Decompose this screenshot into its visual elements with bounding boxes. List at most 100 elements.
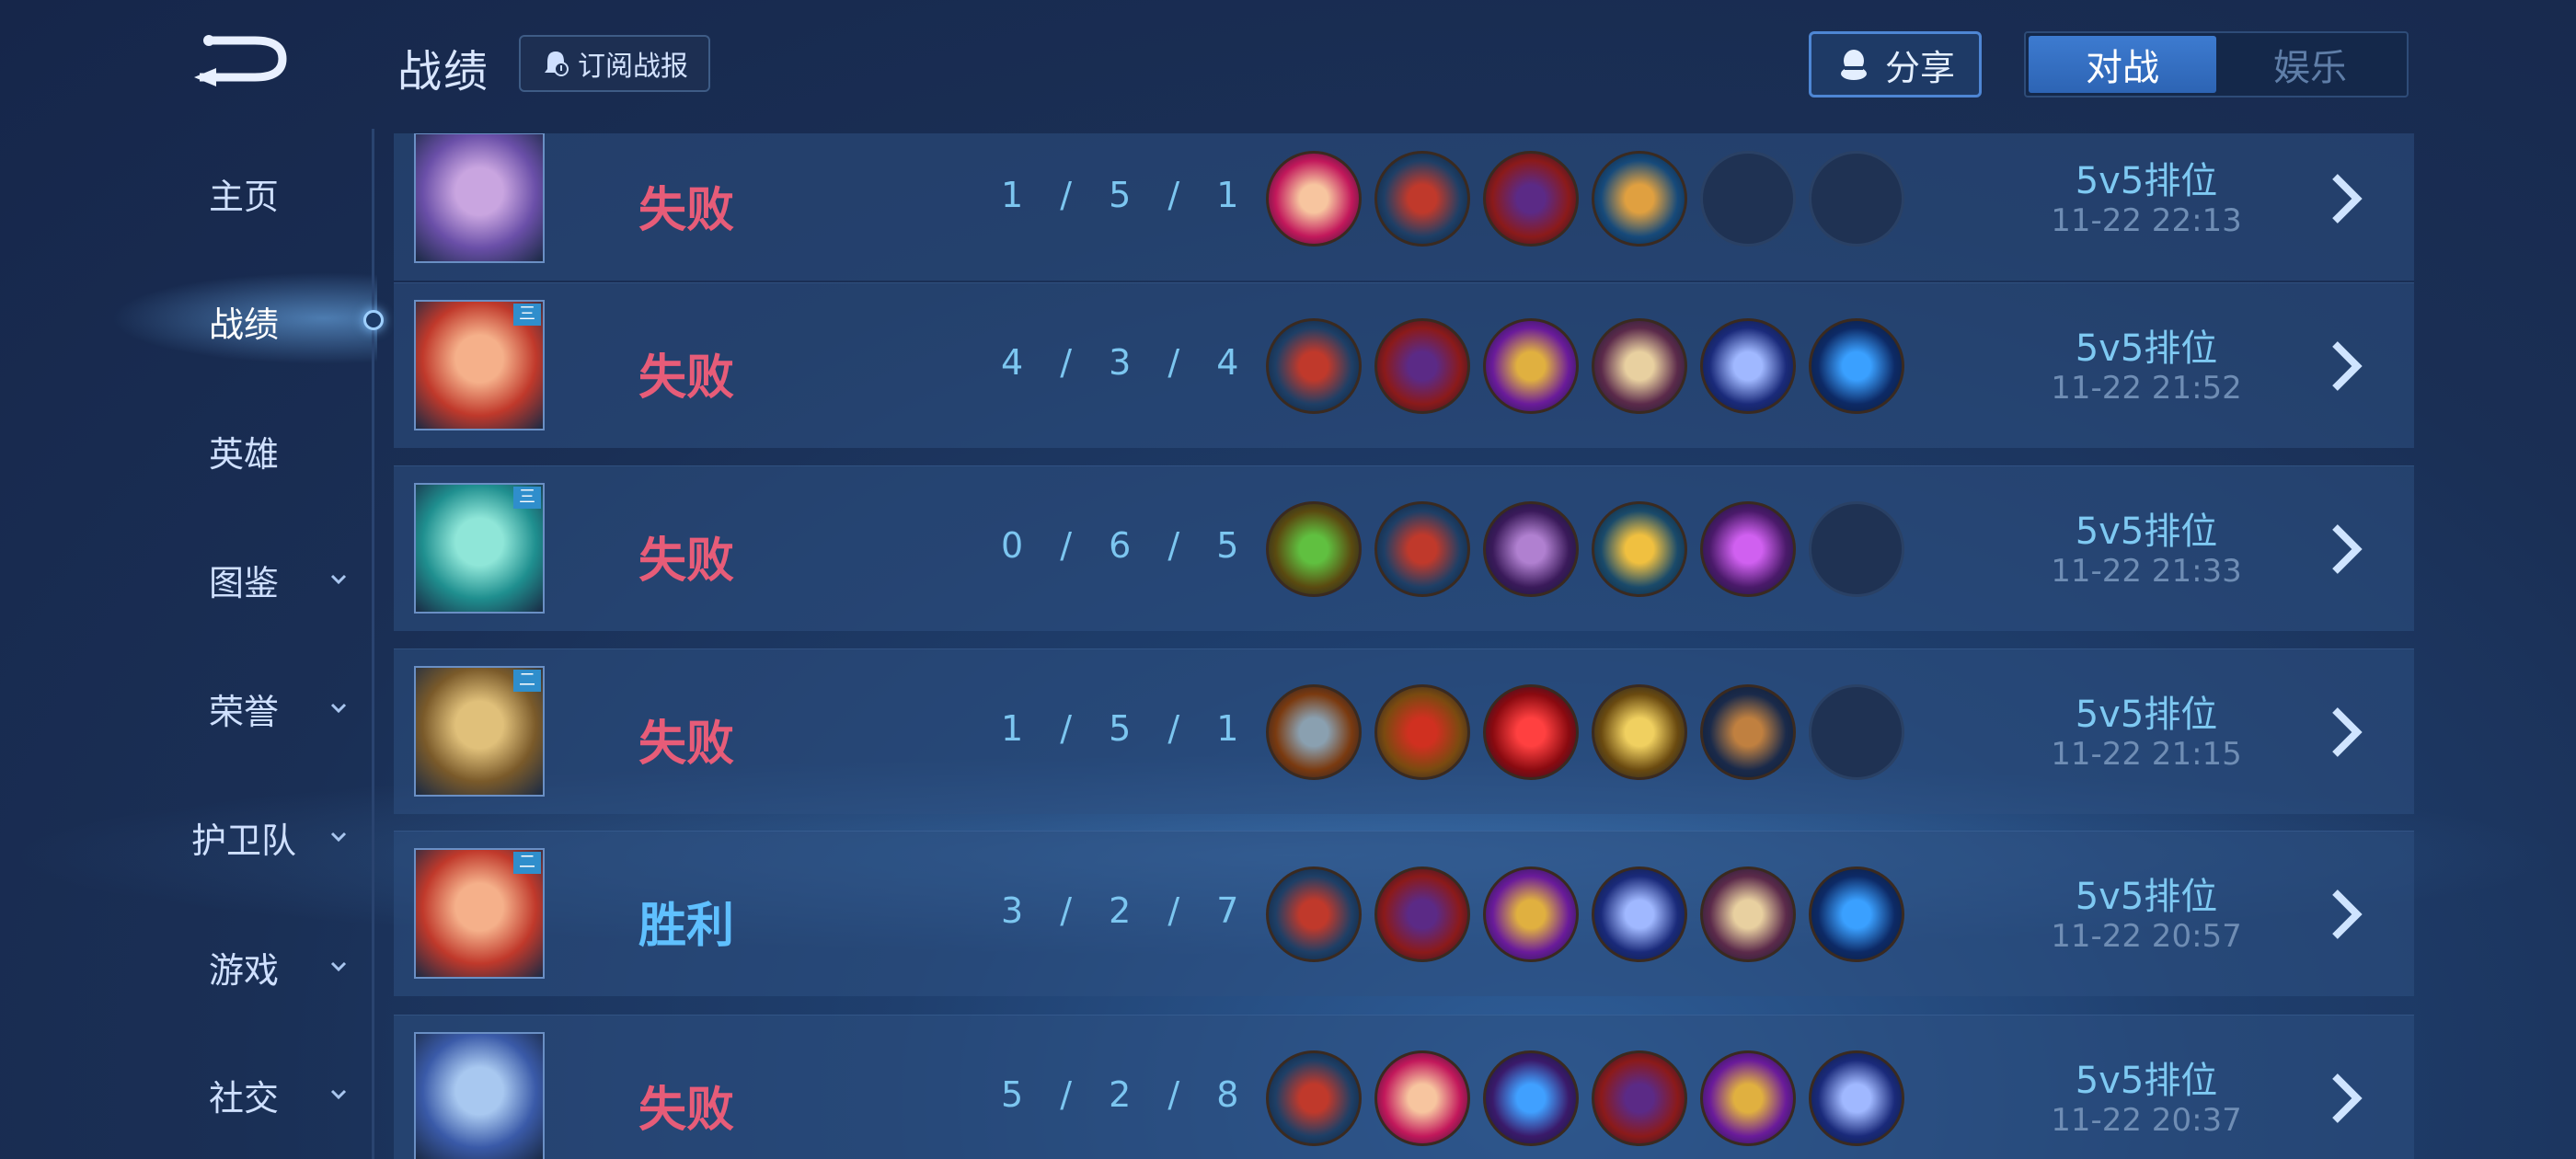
back-arrow-icon xyxy=(194,35,287,86)
blue-orb-icon xyxy=(1809,866,1904,962)
share-button[interactable]: 分享 xyxy=(1809,31,1982,98)
golden-mask-icon xyxy=(1483,866,1579,962)
chevron-down-icon xyxy=(330,703,347,714)
game-mode: 5v5排位 xyxy=(2075,160,2218,202)
match-row[interactable]: 失败 5 / 2 / 8 5v5排位 11-22 20:37 xyxy=(394,1015,2414,1159)
hero-portrait: 二 xyxy=(414,848,545,979)
red-blade-icon xyxy=(1374,684,1470,780)
boots-icon xyxy=(1266,1050,1362,1146)
chevron-right-icon[interactable] xyxy=(2318,887,2374,942)
gauntlet-icon xyxy=(1700,684,1796,780)
hero-tier-badge: 三 xyxy=(513,304,541,326)
scepter-icon xyxy=(1592,866,1687,962)
kda-score: 5 / 2 / 8 xyxy=(1001,1074,1252,1115)
match-row[interactable]: 三失败 4 / 3 / 4 5v5排位 11-22 21:52 xyxy=(394,282,2414,448)
match-result: 失败 xyxy=(638,717,735,772)
tome-icon xyxy=(1592,318,1687,414)
match-result: 失败 xyxy=(638,350,735,406)
match-time: 11-22 21:52 xyxy=(2051,370,2242,407)
golden-sword-icon xyxy=(1592,684,1687,780)
empty-item-slot xyxy=(1809,684,1904,780)
match-row[interactable]: 失败 1 / 5 / 1 5v5排位 11-22 22:13 xyxy=(394,133,2414,281)
game-mode: 5v5排位 xyxy=(2075,1060,2218,1102)
iron-boots-icon xyxy=(1266,684,1362,780)
green-amulet-icon xyxy=(1266,501,1362,597)
sidebar-item-label: 荣誉 xyxy=(208,691,279,732)
scepter-icon xyxy=(1809,1050,1904,1146)
match-row[interactable]: 二胜利 3 / 2 / 7 5v5排位 11-22 20:57 xyxy=(394,831,2414,996)
mode-toggle: 对战 娱乐 xyxy=(2024,31,2409,98)
hero-portrait: 二 xyxy=(414,666,545,797)
sidebar-item-home[interactable]: 主页 xyxy=(175,161,377,225)
wizard-hat-icon xyxy=(1592,1050,1687,1146)
game-mode: 5v5排位 xyxy=(2075,876,2218,918)
hero-portrait: 三 xyxy=(414,300,545,430)
red-demon-icon xyxy=(1483,684,1579,780)
wizard-hat-icon xyxy=(1374,866,1470,962)
hero-tier-badge: 二 xyxy=(513,670,541,692)
match-time: 11-22 22:13 xyxy=(2051,202,2242,239)
scepter-icon xyxy=(1700,318,1796,414)
orb-staff-icon xyxy=(1592,151,1687,247)
empty-item-slot xyxy=(1809,501,1904,597)
golden-mask-icon xyxy=(1483,318,1579,414)
chevron-right-icon[interactable] xyxy=(2318,171,2374,226)
kda-score: 1 / 5 / 1 xyxy=(1001,708,1252,749)
boots-icon xyxy=(1374,501,1470,597)
match-result: 胜利 xyxy=(638,899,735,954)
chevron-right-icon[interactable] xyxy=(2318,522,2374,577)
chevron-right-icon[interactable] xyxy=(2318,339,2374,394)
purple-rune-icon xyxy=(1700,501,1796,597)
book-icon xyxy=(1374,1050,1470,1146)
sidebar-item-games[interactable]: 游戏 xyxy=(175,935,377,999)
blue-dragon-icon xyxy=(1483,1050,1579,1146)
tome-icon xyxy=(1700,866,1796,962)
hero-portrait xyxy=(414,1032,545,1159)
match-row[interactable]: 二失败 1 / 5 / 1 5v5排位 11-22 21:15 xyxy=(394,648,2414,814)
sidebar-item-label: 图鉴 xyxy=(208,562,279,603)
sidebar-item-social[interactable]: 社交 xyxy=(175,1062,377,1127)
sidebar-item-label: 护卫队 xyxy=(190,820,296,861)
game-mode: 5v5排位 xyxy=(2075,327,2218,370)
page-title: 战绩 xyxy=(397,46,490,98)
match-result: 失败 xyxy=(638,534,735,589)
blue-orb-icon xyxy=(1809,318,1904,414)
tab-entertainment[interactable]: 娱乐 xyxy=(2216,36,2404,93)
share-label: 分享 xyxy=(1884,47,1955,88)
sidebar-item-codex[interactable]: 图鉴 xyxy=(175,547,377,612)
sidebar-item-guard-team[interactable]: 护卫队 xyxy=(175,805,377,869)
chevron-right-icon[interactable] xyxy=(2318,1071,2374,1126)
sidebar-item-heroes[interactable]: 英雄 xyxy=(175,419,377,483)
boots-icon xyxy=(1374,151,1470,247)
subscribe-report-button[interactable]: 订阅战报 xyxy=(519,35,710,92)
sidebar-item-label: 社交 xyxy=(208,1077,279,1119)
tab-battle[interactable]: 对战 xyxy=(2029,36,2216,93)
sidebar-divider xyxy=(372,129,374,1159)
hero-tier-badge: 三 xyxy=(513,487,541,509)
bell-icon xyxy=(545,52,569,76)
match-result: 失败 xyxy=(638,183,735,238)
chevron-down-icon xyxy=(330,961,347,972)
sidebar-item-honor[interactable]: 荣誉 xyxy=(175,676,377,740)
match-row[interactable]: 三失败 0 / 6 / 5 5v5排位 11-22 21:33 xyxy=(394,465,2414,631)
match-time: 11-22 21:33 xyxy=(2051,553,2242,590)
chevron-down-icon xyxy=(330,574,347,585)
wizard-hat-icon xyxy=(1374,318,1470,414)
wizard-hat-icon xyxy=(1483,151,1579,247)
game-mode: 5v5排位 xyxy=(2075,694,2218,736)
chevron-down-icon xyxy=(330,832,347,843)
match-result: 失败 xyxy=(638,1083,735,1138)
game-mode: 5v5排位 xyxy=(2075,511,2218,553)
empty-item-slot xyxy=(1700,151,1796,247)
hero-tier-badge: 二 xyxy=(513,852,541,874)
match-time: 11-22 20:37 xyxy=(2051,1102,2242,1139)
match-time: 11-22 20:57 xyxy=(2051,918,2242,955)
qq-penguin-icon xyxy=(1840,50,1867,80)
empty-item-slot xyxy=(1809,151,1904,247)
boots-icon xyxy=(1266,866,1362,962)
back-button[interactable] xyxy=(189,28,299,92)
chevron-right-icon[interactable] xyxy=(2318,705,2374,760)
kda-score: 0 / 6 / 5 xyxy=(1001,525,1252,566)
match-list: 失败 1 / 5 / 1 5v5排位 11-22 22:13 三失败 4 / 3 / 45… xyxy=(394,133,2414,1159)
sidebar-item-records[interactable]: 战绩 xyxy=(175,289,377,353)
